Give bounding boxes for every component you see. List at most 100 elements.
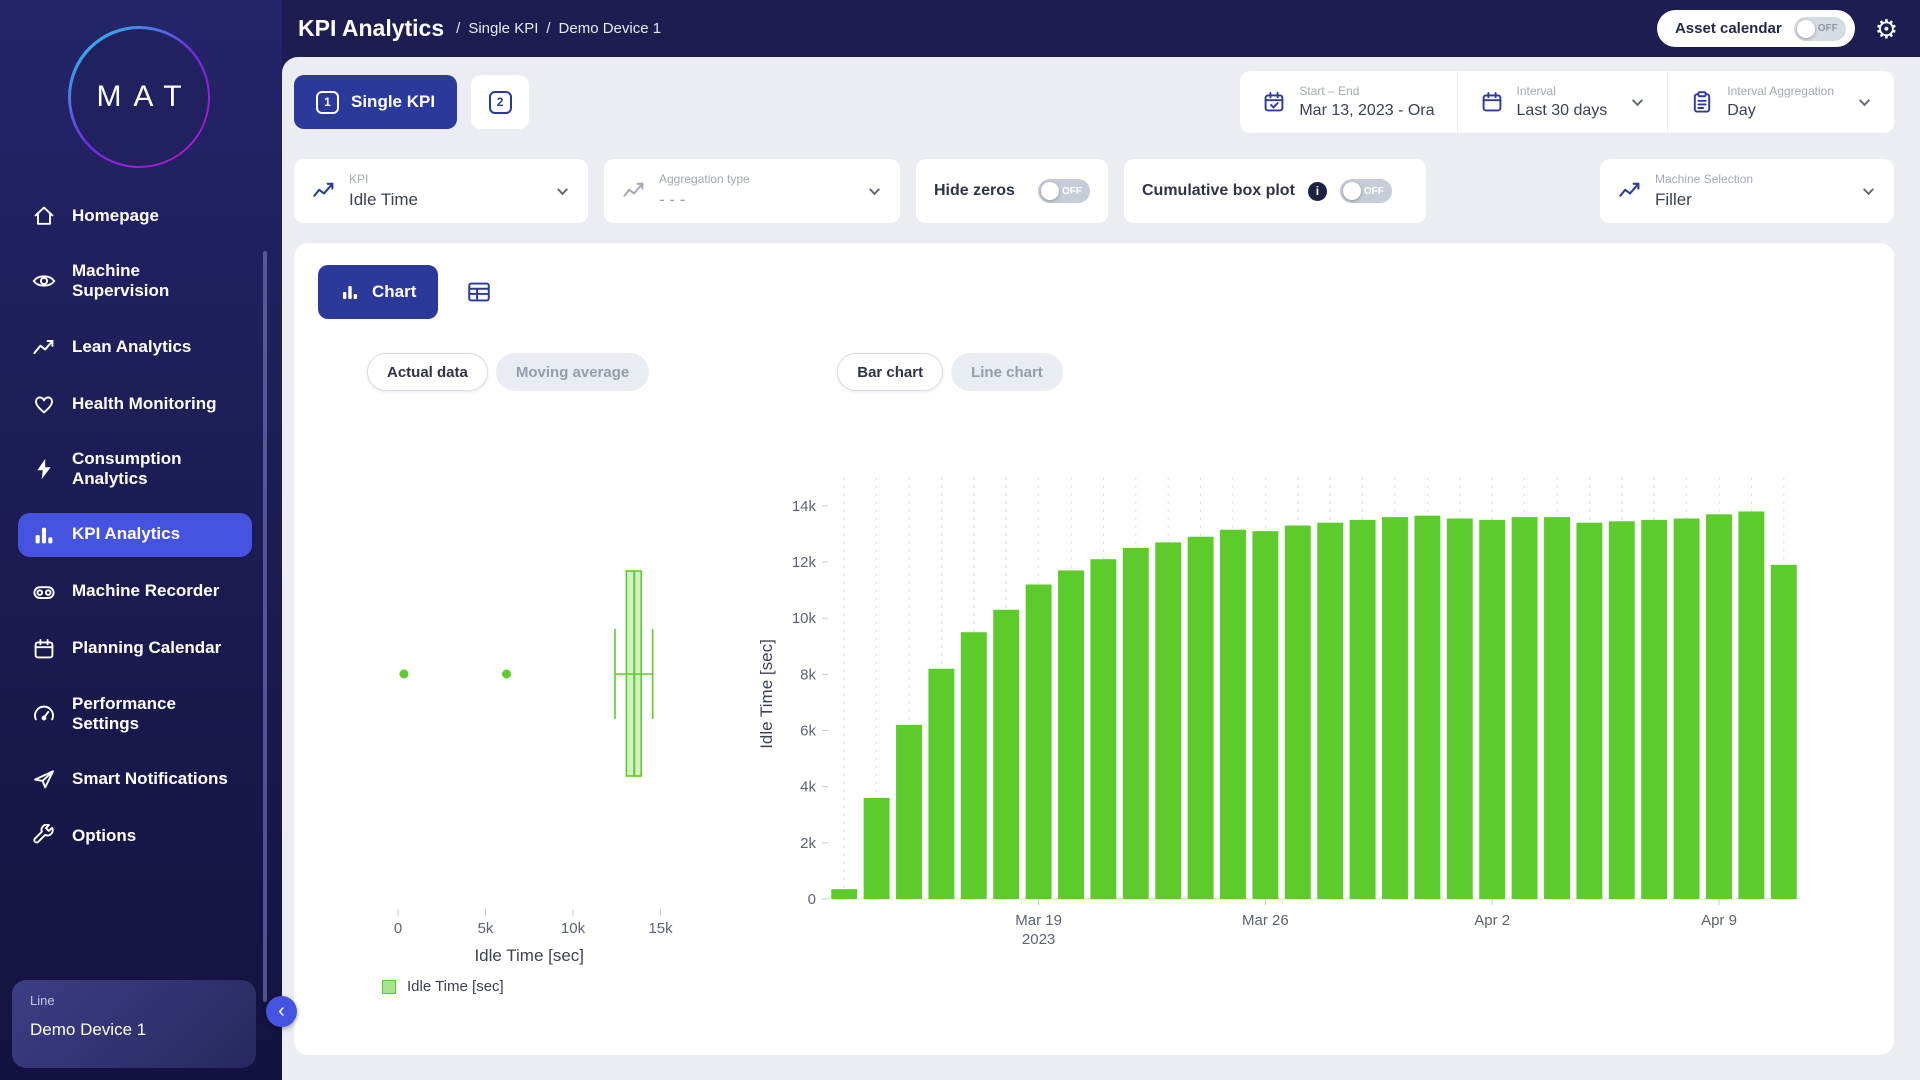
topbar: KPI Analytics / Single KPI / Demo Device… <box>282 0 1920 57</box>
aggregation-type-label: Aggregation type <box>659 172 844 186</box>
sidebar-item-label: Homepage <box>72 206 159 226</box>
chart-tab-label: Chart <box>372 282 416 302</box>
chevron-down-icon <box>555 184 570 199</box>
aggregation-type-select[interactable]: Aggregation type - - - <box>604 159 900 223</box>
sidebar-item-machine-recorder[interactable]: Machine Recorder <box>18 570 252 614</box>
single-kpi-tab[interactable]: 1 Single KPI <box>294 75 457 129</box>
asset-calendar-toggle[interactable]: OFF <box>1794 17 1846 41</box>
logo-circle: MAT <box>71 29 208 166</box>
pulse-line-icon <box>1618 179 1642 203</box>
svg-text:6k: 6k <box>800 723 816 740</box>
app: MAT Homepage Machine Supervision Lean An… <box>0 0 1920 1080</box>
toolbar-row: 1 Single KPI 2 Start – End Mar 13, 2023 … <box>294 71 1894 133</box>
pulse-line-icon <box>622 179 646 203</box>
cumulative-box-plot-label: Cumulative box plot <box>1142 182 1295 200</box>
svg-text:12k: 12k <box>792 554 817 571</box>
svg-text:Mar 26: Mar 26 <box>1242 912 1289 929</box>
table-view-button[interactable] <box>466 279 492 305</box>
svg-text:2023: 2023 <box>1022 931 1055 948</box>
svg-text:10k: 10k <box>792 610 817 627</box>
lightning-icon <box>32 457 56 481</box>
bar-chart-pill[interactable]: Bar chart <box>837 353 943 391</box>
sidebar-item-planning-calendar[interactable]: Planning Calendar <box>18 627 252 671</box>
charts-area: 05k10k15kIdle Time [sec] 02k4k6k8k10k12k… <box>318 439 1870 1019</box>
sidebar-collapse-button[interactable]: ‹ <box>266 996 297 1027</box>
kpi-value: Idle Time <box>349 190 532 210</box>
breadcrumb: / Single KPI / Demo Device 1 <box>456 20 661 37</box>
svg-text:10k: 10k <box>561 920 586 937</box>
single-kpi-badge-number: 1 <box>324 95 331 109</box>
interval-aggregation-label: Interval Aggregation <box>1727 84 1834 98</box>
svg-text:Apr 2: Apr 2 <box>1474 912 1510 929</box>
svg-text:Idle Time [sec]: Idle Time [sec] <box>474 946 584 965</box>
sidebar-item-health-monitoring[interactable]: Health Monitoring <box>18 382 252 426</box>
sidebar-scrollbar[interactable] <box>263 251 267 1002</box>
breadcrumb-item: Demo Device 1 <box>559 20 662 37</box>
hide-zeros-toggle[interactable]: OFF <box>1038 179 1090 203</box>
chart-tab-button[interactable]: Chart <box>318 265 438 319</box>
legend-swatch <box>382 980 396 994</box>
interval-field[interactable]: Interval Last 30 days <box>1457 71 1668 133</box>
table-icon <box>466 279 492 305</box>
eye-icon <box>32 269 56 293</box>
selected-device-card[interactable]: Line Demo Device 1 <box>12 980 256 1068</box>
sidebar-item-homepage[interactable]: Homepage <box>18 194 252 238</box>
sidebar-item-label: Lean Analytics <box>72 337 191 357</box>
cumulative-box-plot-control: Cumulative box plot i OFF <box>1124 159 1426 223</box>
svg-text:4k: 4k <box>800 779 816 796</box>
cumulative-box-plot-toggle[interactable]: OFF <box>1340 179 1392 203</box>
sidebar-item-label: Machine Recorder <box>72 581 219 601</box>
topbar-right: Asset calendar OFF ⚙ <box>1657 10 1898 47</box>
kpi-select[interactable]: KPI Idle Time <box>294 159 588 223</box>
chart-view-tabs: Chart <box>318 265 1870 319</box>
single-kpi-icon: 1 <box>316 91 339 114</box>
sidebar-item-performance-settings[interactable]: Performance Settings <box>18 684 252 745</box>
interval-label: Interval <box>1517 84 1608 98</box>
sidebar-item-consumption-analytics[interactable]: Consumption Analytics <box>18 439 252 500</box>
info-glyph: i <box>1316 184 1319 198</box>
chevron-down-icon <box>1861 184 1876 199</box>
legend-item[interactable]: Idle Time [sec] <box>382 978 504 995</box>
breadcrumb-item: Single KPI <box>468 20 538 37</box>
boxplot-chart: 05k10k15kIdle Time [sec] <box>348 439 748 1009</box>
sidebar-item-label: Health Monitoring <box>72 394 216 414</box>
sidebar: MAT Homepage Machine Supervision Lean An… <box>0 0 282 1080</box>
line-chart-pill[interactable]: Line chart <box>951 353 1063 391</box>
machine-selection-select[interactable]: Machine Selection Filler <box>1600 159 1894 223</box>
svg-text:0: 0 <box>394 920 402 937</box>
barchart-chart: 02k4k6k8k10k12k14kMar 192023Mar 26Apr 2A… <box>748 439 1828 1009</box>
paper-plane-icon <box>32 767 56 791</box>
interval-value: Last 30 days <box>1517 102 1608 120</box>
sidebar-item-lean-analytics[interactable]: Lean Analytics <box>18 325 252 369</box>
sidebar-item-machine-supervision[interactable]: Machine Supervision <box>18 251 252 312</box>
svg-text:14k: 14k <box>792 498 817 515</box>
svg-text:0: 0 <box>808 891 816 908</box>
sidebar-item-smart-notifications[interactable]: Smart Notifications <box>18 757 252 801</box>
date-range-label: Start – End <box>1299 84 1434 98</box>
filters-row: KPI Idle Time Aggregation type - - - Hid… <box>294 159 1894 223</box>
trend-arrow-icon <box>32 335 56 359</box>
info-icon[interactable]: i <box>1308 182 1327 201</box>
sidebar-item-label: Options <box>72 826 136 846</box>
interval-aggregation-value: Day <box>1727 102 1834 120</box>
device-name: Demo Device 1 <box>30 1020 238 1040</box>
sidebar-item-kpi-analytics[interactable]: KPI Analytics <box>18 513 252 557</box>
moving-average-pill[interactable]: Moving average <box>496 353 649 391</box>
gear-icon[interactable]: ⚙ <box>1875 16 1898 42</box>
interval-aggregation-field[interactable]: Interval Aggregation Day <box>1667 71 1894 133</box>
chart-card: Chart Actual data Moving average Bar cha… <box>294 243 1894 1055</box>
series-toggles: Actual data Moving average Bar chart Lin… <box>367 353 1870 391</box>
machine-selection-label: Machine Selection <box>1655 172 1838 186</box>
recorder-icon <box>32 580 56 604</box>
svg-text:5k: 5k <box>478 920 494 937</box>
calendar-icon <box>1480 90 1504 114</box>
date-range-field[interactable]: Start – End Mar 13, 2023 - Ora <box>1240 71 1456 133</box>
sidebar-item-label: Machine Supervision <box>72 261 238 302</box>
sidebar-item-options[interactable]: Options <box>18 814 252 858</box>
asset-calendar-pill[interactable]: Asset calendar OFF <box>1657 10 1855 47</box>
multi-kpi-tab[interactable]: 2 <box>471 75 529 129</box>
actual-data-pill[interactable]: Actual data <box>367 353 488 391</box>
hide-zeros-control: Hide zeros OFF <box>916 159 1108 223</box>
sidebar-item-label: Planning Calendar <box>72 638 221 658</box>
calendar-icon <box>32 637 56 661</box>
